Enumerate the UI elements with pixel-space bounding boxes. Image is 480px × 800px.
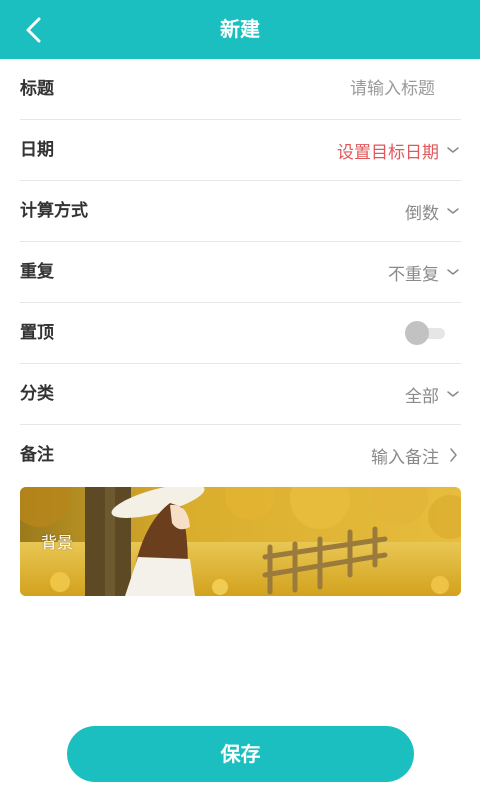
app-header: 新建 xyxy=(0,0,480,59)
pin-top-label: 置顶 xyxy=(20,323,54,343)
new-event-form: 标题 日期 设置目标日期 计算方式 倒数 重复 不重复 xyxy=(20,59,461,485)
pin-top-row: 置顶 xyxy=(20,303,461,364)
repeat-row[interactable]: 重复 不重复 xyxy=(20,242,461,303)
chevron-right-icon xyxy=(445,447,461,463)
background-picker[interactable]: 背景 xyxy=(20,487,461,596)
save-button[interactable]: 保存 xyxy=(67,726,414,782)
title-label: 标题 xyxy=(20,79,54,99)
calc-method-label: 计算方式 xyxy=(20,201,88,221)
chevron-down-icon xyxy=(445,145,461,155)
chevron-down-icon xyxy=(445,206,461,216)
date-value: 设置目标日期 xyxy=(337,142,439,163)
note-value: 输入备注 xyxy=(371,447,439,468)
repeat-label: 重复 xyxy=(20,262,54,282)
date-label: 日期 xyxy=(20,140,54,160)
toggle-knob xyxy=(405,321,429,345)
chevron-down-icon xyxy=(445,389,461,399)
note-label: 备注 xyxy=(20,445,54,465)
category-value: 全部 xyxy=(405,386,439,407)
calc-method-value: 倒数 xyxy=(405,203,439,224)
date-row[interactable]: 日期 设置目标日期 xyxy=(20,120,461,181)
background-image xyxy=(20,487,461,596)
chevron-down-icon xyxy=(445,267,461,277)
category-label: 分类 xyxy=(20,384,54,404)
title-row: 标题 xyxy=(20,59,461,120)
background-label: 背景 xyxy=(41,533,74,552)
page-title: 新建 xyxy=(220,17,260,41)
pin-top-toggle[interactable] xyxy=(405,321,447,345)
category-row[interactable]: 分类 全部 xyxy=(20,364,461,425)
title-input[interactable] xyxy=(233,78,437,100)
calc-method-row[interactable]: 计算方式 倒数 xyxy=(20,181,461,242)
note-row[interactable]: 备注 输入备注 xyxy=(20,425,461,485)
repeat-value: 不重复 xyxy=(388,264,439,285)
